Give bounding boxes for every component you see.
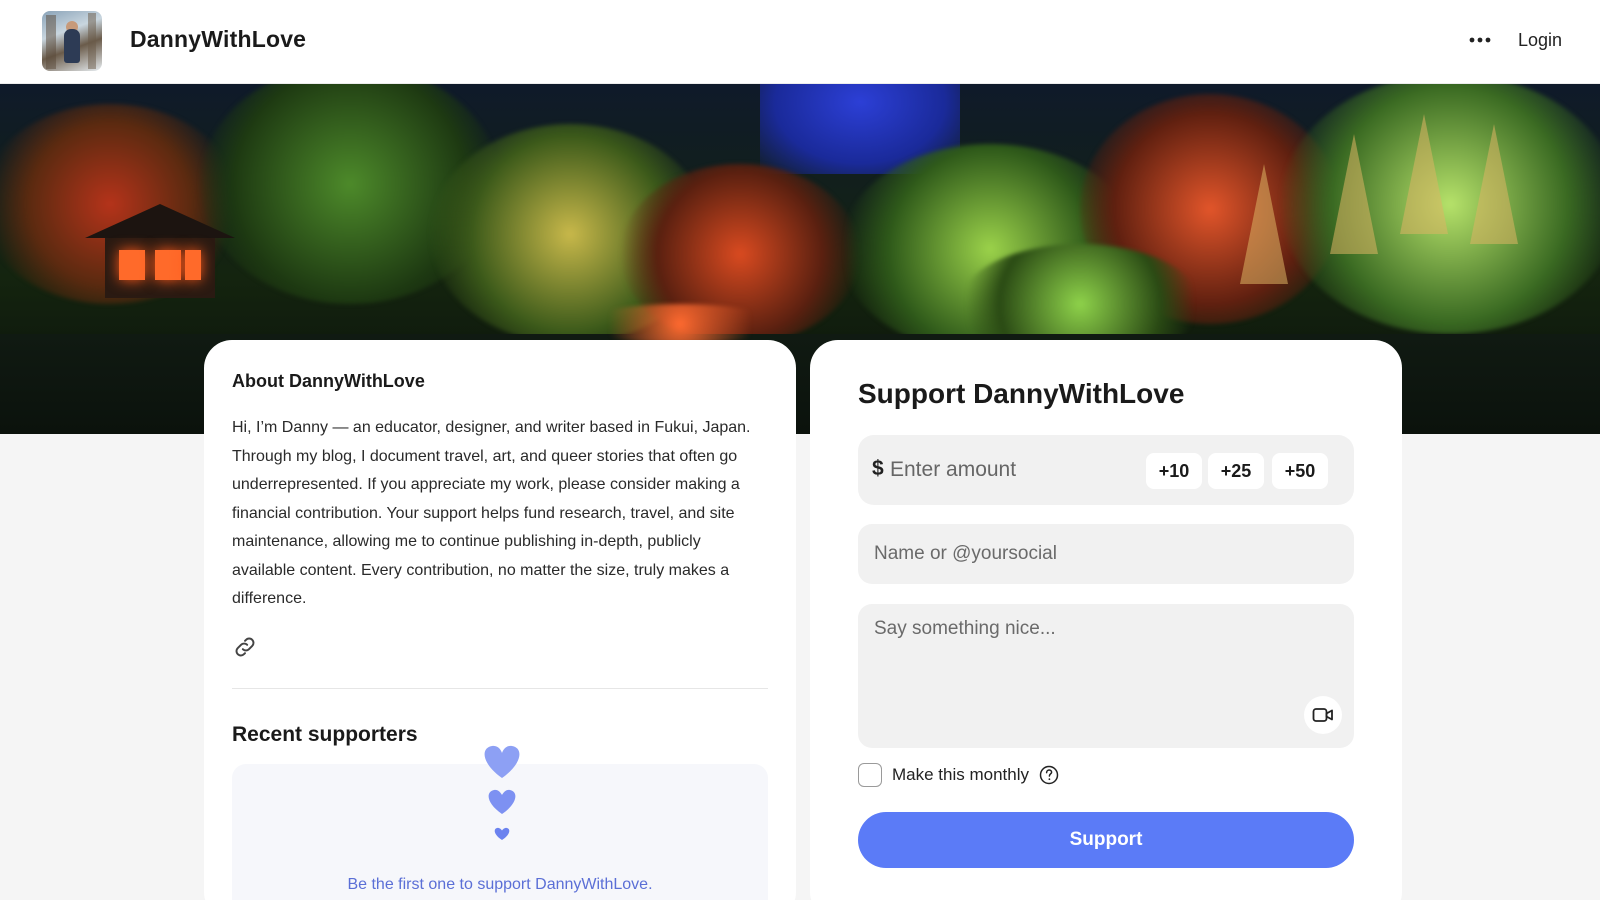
recent-supporters-title: Recent supporters xyxy=(232,723,418,746)
support-button[interactable]: Support xyxy=(858,812,1354,868)
currency-symbol: $ xyxy=(872,457,884,480)
recent-supporters-empty-state: Be the first one to support DannyWithLov… xyxy=(232,745,768,900)
support-title: Support DannyWithLove xyxy=(858,378,1185,409)
heart-icon xyxy=(472,742,532,852)
profile-avatar[interactable] xyxy=(42,11,102,71)
amount-input[interactable] xyxy=(890,449,1140,491)
more-dots-icon[interactable] xyxy=(1466,26,1494,54)
name-input[interactable] xyxy=(874,534,1334,574)
add-10-chip[interactable]: +10 xyxy=(1146,453,1202,489)
monthly-checkbox[interactable] xyxy=(858,763,882,787)
about-title: About DannyWithLove xyxy=(232,371,425,391)
video-camera-icon[interactable] xyxy=(1304,696,1342,734)
add-50-chip[interactable]: +50 xyxy=(1272,453,1328,489)
link-icon[interactable] xyxy=(232,634,258,660)
support-card: Support DannyWithLove $ +10 +25 +50 Make… xyxy=(810,340,1402,900)
login-link[interactable]: Login xyxy=(1518,30,1562,51)
help-circle-icon[interactable] xyxy=(1039,765,1059,785)
site-title[interactable]: DannyWithLove xyxy=(130,26,306,53)
add-25-chip[interactable]: +25 xyxy=(1208,453,1264,489)
monthly-label[interactable]: Make this monthly xyxy=(892,765,1029,785)
amount-field-group: $ +10 +25 +50 xyxy=(858,435,1354,505)
top-bar: DannyWithLove Login xyxy=(0,0,1600,84)
monthly-option-row: Make this monthly xyxy=(858,762,1059,788)
about-description: Hi, I’m Danny — an educator, designer, a… xyxy=(232,419,751,607)
message-input[interactable] xyxy=(874,618,1294,728)
about-card: About DannyWithLove Hi, I’m Danny — an e… xyxy=(204,340,796,900)
empty-state-text: Be the first one to support DannyWithLov… xyxy=(347,876,653,893)
message-field-group xyxy=(858,604,1354,748)
section-divider xyxy=(232,688,768,689)
name-field-group xyxy=(858,524,1354,584)
